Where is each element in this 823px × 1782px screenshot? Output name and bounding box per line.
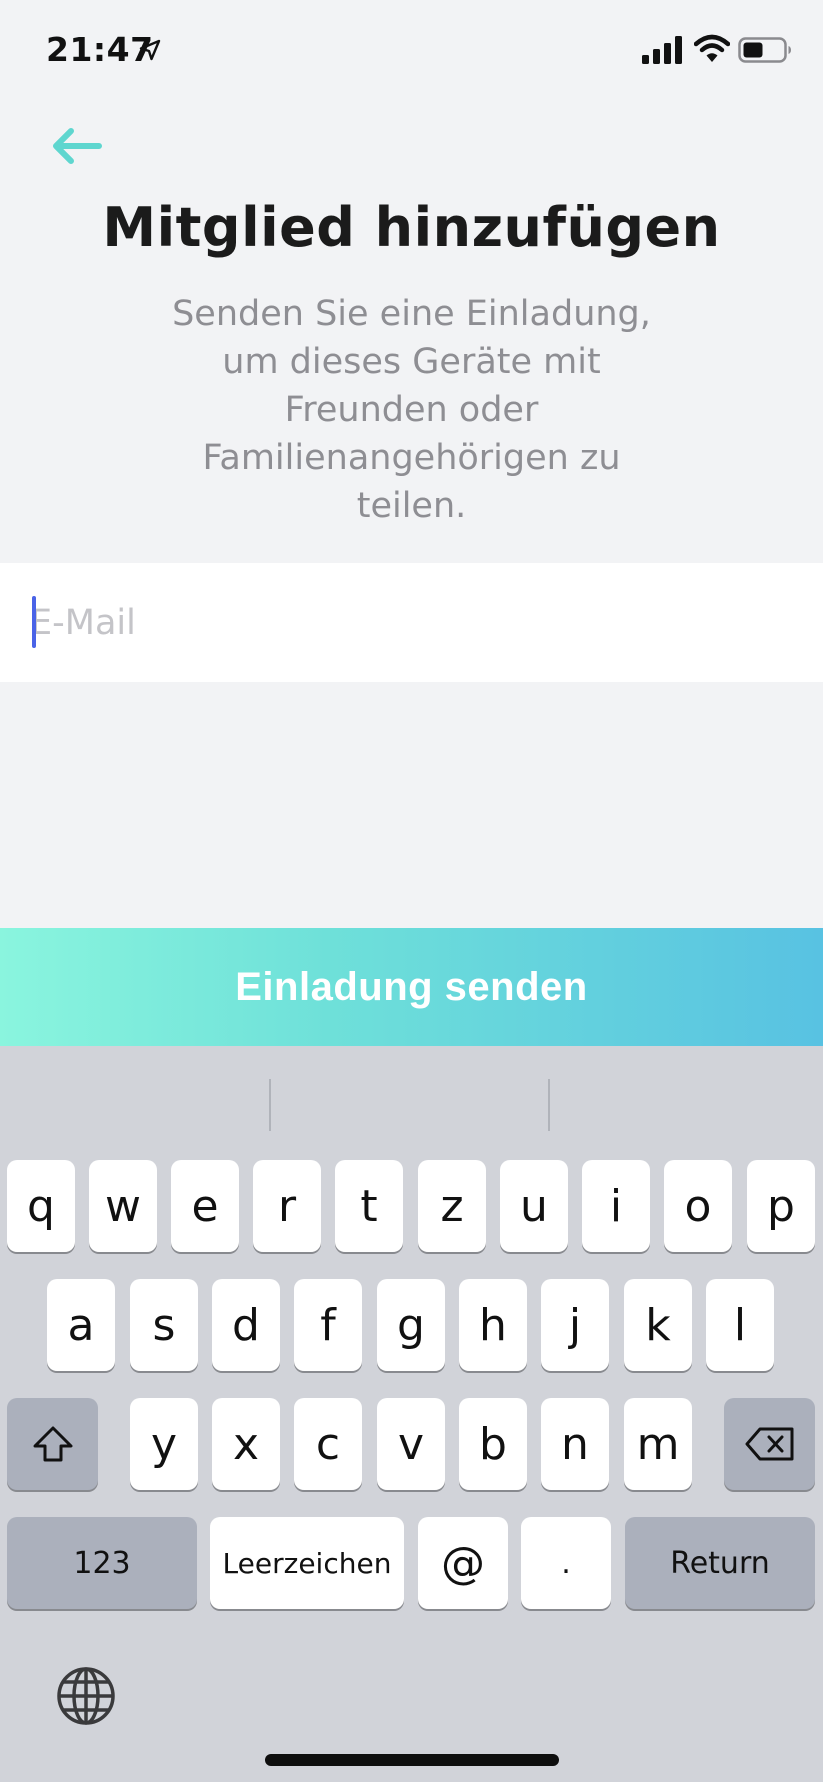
space-key[interactable]: Leerzeichen	[210, 1517, 404, 1609]
location-arrow-icon	[139, 39, 161, 61]
key-a[interactable]: a	[47, 1279, 115, 1371]
key-d[interactable]: d	[212, 1279, 280, 1371]
key-u[interactable]: u	[500, 1160, 568, 1252]
email-input[interactable]	[30, 563, 800, 682]
key-c[interactable]: c	[294, 1398, 362, 1490]
back-button[interactable]	[44, 118, 110, 174]
key-g[interactable]: g	[377, 1279, 445, 1371]
text-cursor	[32, 596, 36, 648]
delete-key[interactable]	[724, 1398, 815, 1490]
keyboard: q w e r t z u i o p a s d f g h j k l y …	[0, 1046, 823, 1782]
key-m[interactable]: m	[624, 1398, 692, 1490]
dot-key[interactable]: .	[521, 1517, 611, 1609]
key-o[interactable]: o	[664, 1160, 732, 1252]
status-bar: 21:47	[0, 0, 823, 100]
delete-backspace-icon	[745, 1427, 793, 1461]
key-n[interactable]: n	[541, 1398, 609, 1490]
globe-icon[interactable]	[56, 1666, 116, 1726]
email-field-row	[0, 563, 823, 682]
battery-icon	[738, 37, 791, 63]
arrow-left-icon	[53, 128, 102, 164]
key-p[interactable]: p	[747, 1160, 815, 1252]
cellular-signal-icon	[642, 36, 682, 64]
suggestion-divider	[269, 1079, 271, 1131]
key-e[interactable]: e	[171, 1160, 239, 1252]
key-w[interactable]: w	[89, 1160, 157, 1252]
key-v[interactable]: v	[377, 1398, 445, 1490]
key-t[interactable]: t	[335, 1160, 403, 1252]
shift-key[interactable]	[7, 1398, 98, 1490]
key-l[interactable]: l	[706, 1279, 774, 1371]
key-k[interactable]: k	[624, 1279, 692, 1371]
home-indicator	[265, 1754, 559, 1766]
key-r[interactable]: r	[253, 1160, 321, 1252]
wifi-icon	[694, 34, 730, 62]
numbers-key[interactable]: 123	[7, 1517, 197, 1609]
key-b[interactable]: b	[459, 1398, 527, 1490]
page-title: Mitglied hinzufügen	[102, 196, 721, 259]
key-i[interactable]: i	[582, 1160, 650, 1252]
key-y[interactable]: y	[130, 1398, 198, 1490]
at-key[interactable]: @	[418, 1517, 508, 1609]
shift-icon	[33, 1426, 72, 1462]
key-j[interactable]: j	[541, 1279, 609, 1371]
key-q[interactable]: q	[7, 1160, 75, 1252]
key-h[interactable]: h	[459, 1279, 527, 1371]
page-subtitle: Senden Sie eine Einladung, um dieses Ger…	[172, 294, 651, 526]
key-z[interactable]: z	[418, 1160, 486, 1252]
send-invitation-button[interactable]: Einladung senden	[0, 928, 823, 1046]
key-f[interactable]: f	[294, 1279, 362, 1371]
return-key[interactable]: Return	[625, 1517, 815, 1609]
key-x[interactable]: x	[212, 1398, 280, 1490]
suggestion-divider	[548, 1079, 550, 1131]
key-s[interactable]: s	[130, 1279, 198, 1371]
